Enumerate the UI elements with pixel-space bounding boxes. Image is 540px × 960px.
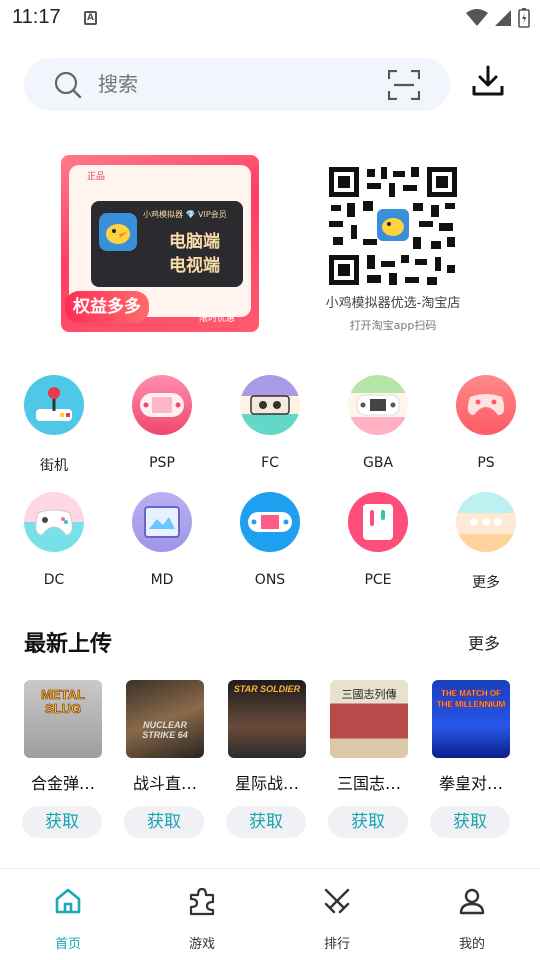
category-more[interactable]: 更多 bbox=[436, 492, 536, 602]
ps-icon bbox=[456, 375, 516, 435]
category-label: 更多 bbox=[472, 575, 500, 591]
promo-banner[interactable]: 正品 小鸡模拟器 💎 VIP会员 电脑端 电视端 权益多多 限时优惠 bbox=[61, 155, 259, 332]
nav-mine[interactable]: 我的 bbox=[422, 883, 522, 952]
game-name: 合金弹… bbox=[30, 774, 95, 793]
game-name: 星际战… bbox=[234, 774, 299, 793]
fc-icon bbox=[240, 375, 300, 435]
search-input[interactable] bbox=[98, 58, 368, 111]
category-arcade[interactable]: 街机 bbox=[4, 375, 104, 485]
cover-title: 三國志列傳 bbox=[341, 688, 397, 701]
game-card[interactable]: METAL SLUG 合金弹… 获取 bbox=[22, 680, 104, 838]
status-bar: 11:17 A bbox=[0, 0, 540, 36]
battery-icon bbox=[518, 8, 530, 28]
game-cover[interactable]: NUCLEAR STRIKE 64 bbox=[126, 680, 204, 758]
promo-limit-text: 限时优惠 bbox=[199, 314, 236, 324]
get-button[interactable]: 获取 bbox=[430, 806, 510, 838]
section-title-latest: 最新上传 bbox=[24, 632, 113, 657]
search-bar[interactable] bbox=[24, 58, 450, 111]
status-icons bbox=[466, 8, 530, 28]
notification-a-icon: A bbox=[84, 11, 97, 25]
game-cover[interactable]: METAL SLUG bbox=[24, 680, 102, 758]
category-label: PS bbox=[477, 455, 495, 471]
arcade-icon bbox=[24, 375, 84, 435]
category-label: MD bbox=[150, 572, 174, 588]
qr-title: 小鸡模拟器优选-淘宝店 bbox=[325, 296, 461, 311]
nav-label: 我的 bbox=[458, 937, 485, 952]
cover-title: STAR SOLDIER bbox=[233, 684, 301, 694]
get-button[interactable]: 获取 bbox=[226, 806, 306, 838]
psp-icon bbox=[132, 375, 192, 435]
category-label: 街机 bbox=[40, 458, 68, 474]
category-label: GBA bbox=[362, 455, 394, 471]
chick-logo-icon bbox=[99, 213, 137, 251]
md-icon bbox=[132, 492, 192, 552]
cover-title: THE MATCH OF THE MILLENNIUM bbox=[436, 689, 506, 709]
promo-vip-text: 小鸡模拟器 💎 VIP会员 bbox=[143, 210, 227, 219]
game-name: 拳皇对… bbox=[438, 774, 503, 793]
category-gba[interactable]: GBA bbox=[328, 375, 428, 485]
game-name: 战斗直… bbox=[132, 774, 197, 793]
promo-line-tv: 电视端 bbox=[169, 256, 220, 276]
get-button[interactable]: 获取 bbox=[22, 806, 102, 838]
game-card[interactable]: NUCLEAR STRIKE 64 战斗直… 获取 bbox=[124, 680, 206, 838]
category-ps[interactable]: PS bbox=[436, 375, 536, 485]
get-button[interactable]: 获取 bbox=[124, 806, 204, 838]
nav-games[interactable]: 游戏 bbox=[152, 883, 252, 952]
signal-icon bbox=[495, 10, 511, 26]
category-label: PSP bbox=[149, 455, 175, 471]
promo-badge: 权益多多 bbox=[65, 291, 149, 323]
wifi-icon bbox=[466, 9, 488, 26]
promo-line-pc: 电脑端 bbox=[169, 232, 220, 252]
nav-label: 排行 bbox=[323, 937, 350, 952]
category-label: FC bbox=[261, 455, 279, 471]
category-ons[interactable]: ONS bbox=[220, 492, 320, 602]
game-name: 三国志… bbox=[336, 774, 401, 793]
more-icon bbox=[456, 492, 516, 552]
get-button[interactable]: 获取 bbox=[328, 806, 408, 838]
game-cover[interactable]: STAR SOLDIER bbox=[228, 680, 306, 758]
qr-subtitle: 打开淘宝app扫码 bbox=[349, 319, 437, 332]
game-card[interactable]: 三國志列傳 三国志… 获取 bbox=[328, 680, 410, 838]
dc-icon bbox=[24, 492, 84, 552]
gba-icon bbox=[348, 375, 408, 435]
nav-label: 游戏 bbox=[188, 937, 215, 952]
puzzle-icon bbox=[152, 883, 252, 919]
promo-card: 小鸡模拟器 💎 VIP会员 电脑端 电视端 bbox=[91, 201, 243, 287]
status-time: 11:17 bbox=[12, 6, 61, 28]
home-icon bbox=[18, 883, 118, 919]
nav-ranking[interactable]: 排行 bbox=[287, 883, 387, 952]
swords-icon bbox=[287, 883, 387, 919]
game-card[interactable]: STAR SOLDIER 星际战… 获取 bbox=[226, 680, 308, 838]
game-cover[interactable]: 三國志列傳 bbox=[330, 680, 408, 758]
game-card[interactable]: THE MATCH OF THE MILLENNIUM 拳皇对… 获取 bbox=[430, 680, 512, 838]
promo-tag: 正品 bbox=[87, 172, 106, 182]
category-md[interactable]: MD bbox=[112, 492, 212, 602]
category-psp[interactable]: PSP bbox=[112, 375, 212, 485]
category-label: DC bbox=[43, 572, 65, 588]
category-pce[interactable]: PCE bbox=[328, 492, 428, 602]
download-icon[interactable] bbox=[471, 64, 505, 98]
user-icon bbox=[422, 883, 522, 919]
category-fc[interactable]: FC bbox=[220, 375, 320, 485]
search-icon bbox=[54, 71, 82, 99]
category-label: PCE bbox=[364, 572, 392, 588]
qr-code-image bbox=[327, 165, 459, 287]
category-dc[interactable]: DC bbox=[4, 492, 104, 602]
section-more-link[interactable]: 更多 bbox=[468, 630, 500, 654]
pce-icon bbox=[348, 492, 408, 552]
ons-icon bbox=[240, 492, 300, 552]
game-cover[interactable]: THE MATCH OF THE MILLENNIUM bbox=[432, 680, 510, 758]
cover-title: NUCLEAR STRIKE 64 bbox=[142, 720, 188, 740]
scan-icon[interactable] bbox=[388, 70, 420, 100]
cover-title: METAL SLUG bbox=[41, 687, 85, 716]
bottom-nav: 首页 游戏 排行 我的 bbox=[0, 868, 540, 960]
category-label: ONS bbox=[254, 572, 286, 588]
nav-home[interactable]: 首页 bbox=[18, 883, 118, 952]
nav-label: 首页 bbox=[54, 937, 81, 952]
